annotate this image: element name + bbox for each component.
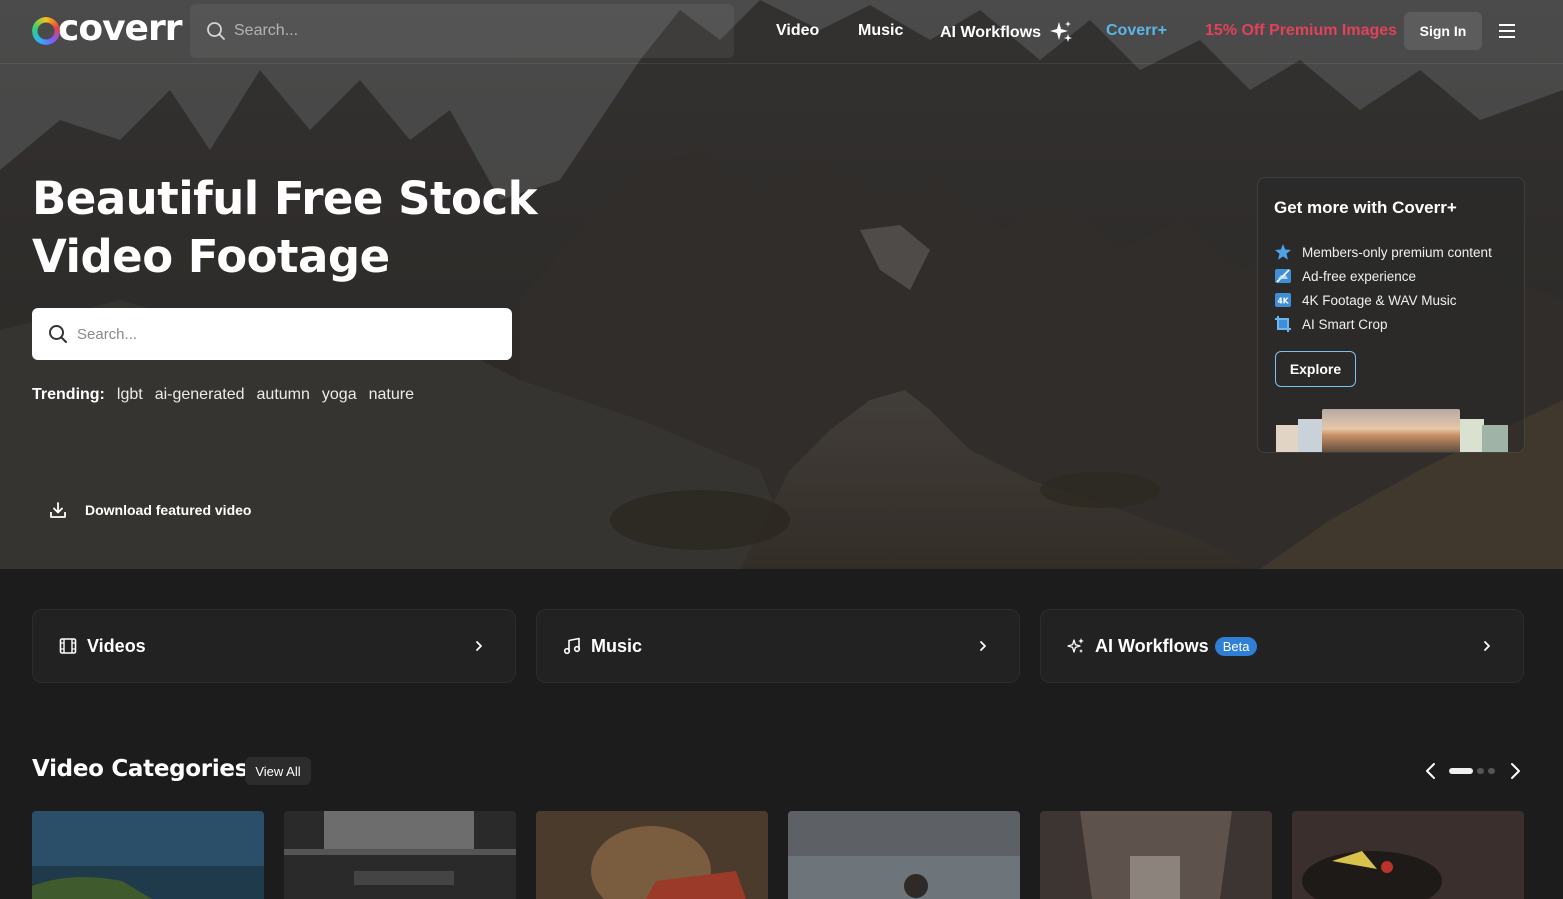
- svg-text:4K: 4K: [1277, 297, 1289, 306]
- film-icon: [59, 638, 77, 654]
- ad-free-icon: [1274, 267, 1292, 285]
- carousel-dot[interactable]: [1477, 768, 1484, 774]
- trending-tag[interactable]: nature: [369, 386, 414, 404]
- coverr-plus-title: Get more with Coverr+: [1274, 198, 1457, 217]
- category-card-music[interactable]: Music: [536, 609, 1020, 683]
- category-card-videos[interactable]: Videos: [32, 609, 516, 683]
- view-all-button[interactable]: View All: [245, 757, 311, 785]
- music-note-icon: [563, 637, 581, 655]
- explore-button[interactable]: Explore: [1275, 351, 1356, 387]
- nav-link-music[interactable]: Music: [858, 22, 903, 40]
- carousel-pagination: [1449, 768, 1495, 774]
- star-icon: [1274, 243, 1292, 261]
- nav-link-promo[interactable]: 15% Off Premium Images: [1205, 22, 1397, 40]
- category-tile[interactable]: [32, 811, 264, 899]
- trending-label: Trending:: [32, 386, 105, 403]
- hero-search-placeholder: Search...: [77, 325, 138, 343]
- category-thumbnail: [788, 811, 1020, 899]
- carousel-controls: [1424, 760, 1524, 782]
- download-featured-video-button[interactable]: Download featured video: [48, 500, 251, 520]
- feature-label: Ad-free experience: [1302, 268, 1417, 284]
- sparkles-icon: [1050, 21, 1073, 42]
- category-cards: Videos Music AI Workflows Beta: [32, 609, 1524, 683]
- trending-tag[interactable]: ai-generated: [155, 386, 245, 404]
- carousel-dot-active[interactable]: [1449, 768, 1473, 774]
- search-icon: [49, 325, 67, 343]
- category-tile[interactable]: [536, 811, 768, 899]
- category-thumbnail: [284, 811, 516, 899]
- chevron-right-icon: [476, 641, 482, 651]
- trending-tag[interactable]: autumn: [257, 386, 310, 404]
- coverr-plus-features: Members-only premium content Ad-free exp…: [1274, 240, 1492, 336]
- nav-search-input[interactable]: Search...: [190, 4, 734, 58]
- category-card-label: Videos: [87, 635, 146, 656]
- feature-label: 4K Footage & WAV Music: [1302, 292, 1457, 308]
- chevron-right-icon[interactable]: [1508, 760, 1522, 782]
- download-icon: [50, 502, 66, 518]
- hero-title: Beautiful Free Stock Video Footage: [32, 172, 538, 283]
- feature-item: Members-only premium content: [1274, 240, 1492, 264]
- chevron-right-icon: [1484, 641, 1490, 651]
- top-navigation: coverr Search... Video Music AI Workflow…: [0, 0, 1563, 64]
- premium-preview-thumbnails: [1276, 409, 1508, 452]
- category-thumbnail: [1040, 811, 1272, 899]
- feature-item: 4K 4K Footage & WAV Music: [1274, 288, 1492, 312]
- nav-link-video[interactable]: Video: [776, 22, 819, 40]
- 4k-icon: 4K: [1274, 291, 1292, 309]
- logo-mark-icon: [32, 17, 60, 45]
- sparkles-icon: [1067, 638, 1084, 653]
- carousel-dot[interactable]: [1488, 768, 1495, 774]
- hero-search-input[interactable]: Search...: [32, 308, 512, 360]
- hamburger-menu-icon[interactable]: [1496, 20, 1518, 42]
- logo-text: coverr: [58, 8, 182, 49]
- nav-link-coverr-plus[interactable]: Coverr+: [1106, 22, 1167, 40]
- feature-label: Members-only premium content: [1302, 244, 1492, 260]
- nav-link-ai-workflows-label: AI Workflows: [940, 24, 1042, 41]
- crop-icon: [1274, 315, 1292, 333]
- nav-search-placeholder: Search...: [234, 22, 299, 39]
- trending-tags: Trending: lgbt ai-generated autumn yoga …: [32, 386, 414, 404]
- chevron-right-icon: [980, 641, 986, 651]
- feature-item: Ad-free experience: [1274, 264, 1492, 288]
- trending-tag[interactable]: lgbt: [117, 386, 143, 404]
- category-tile[interactable]: [788, 811, 1020, 899]
- coverr-logo[interactable]: coverr: [32, 8, 182, 50]
- nav-link-ai-workflows[interactable]: AI Workflows: [940, 21, 1073, 44]
- trending-tag[interactable]: yoga: [322, 386, 357, 404]
- sign-in-button[interactable]: Sign In: [1404, 12, 1482, 50]
- chevron-left-icon[interactable]: [1424, 760, 1438, 782]
- category-thumbnail: [1292, 811, 1524, 899]
- category-tile[interactable]: [1040, 811, 1272, 899]
- category-card-ai-workflows[interactable]: AI Workflows Beta: [1040, 609, 1524, 683]
- category-card-label: AI Workflows: [1095, 635, 1209, 656]
- video-categories-title: Video Categories: [32, 756, 249, 782]
- search-icon: [207, 22, 225, 40]
- download-featured-video-label: Download featured video: [85, 502, 252, 518]
- feature-item: AI Smart Crop: [1274, 312, 1492, 336]
- category-thumbnail: [32, 811, 264, 899]
- feature-label: AI Smart Crop: [1302, 316, 1388, 332]
- beta-badge: Beta: [1214, 636, 1258, 656]
- category-card-label: Music: [591, 635, 643, 656]
- category-thumbnail: [536, 811, 768, 899]
- coverr-plus-panel: Get more with Coverr+ Members-only premi…: [1257, 177, 1525, 453]
- category-tile[interactable]: [284, 811, 516, 899]
- video-category-tiles: [32, 811, 1524, 899]
- category-tile[interactable]: [1292, 811, 1524, 899]
